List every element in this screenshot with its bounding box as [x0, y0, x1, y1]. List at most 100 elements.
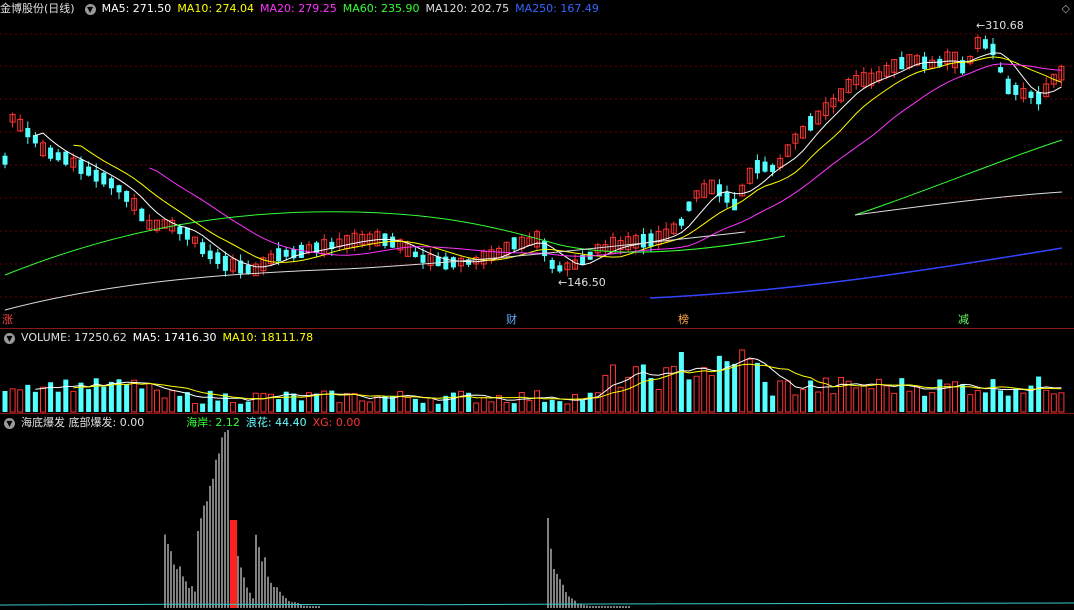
- event-marker-zhang[interactable]: 涨: [0, 313, 15, 326]
- price-panel[interactable]: 金博股份(日线) ▼ MA5: 271.50 MA10: 274.04 MA20: 27…: [0, 0, 1074, 328]
- candle-down: [101, 172, 107, 185]
- volume-bar-down: [686, 379, 692, 412]
- volume-bar-up: [488, 401, 495, 413]
- volume-bar-up: [366, 401, 373, 413]
- candle-down: [139, 208, 145, 222]
- volume-bar-up: [693, 375, 700, 413]
- volume-ma-line: [35, 357, 1062, 401]
- volume-panel[interactable]: ▼ VOLUME: 17250.62 MA5: 17416.30 MA10: 1811…: [0, 329, 1074, 413]
- volume-bar-up: [1058, 392, 1065, 413]
- volume-bar-up: [602, 374, 609, 413]
- volume-bar-up: [1050, 393, 1057, 413]
- volume-value: VOLUME: 17250.62: [21, 331, 127, 344]
- volume-bar-up: [154, 389, 160, 413]
- volume-bar-up: [230, 402, 236, 413]
- volume-bar-down: [716, 355, 722, 412]
- ma-legend-item: MA5: 271.50: [101, 2, 172, 15]
- volume-bar-down: [542, 401, 548, 412]
- volume-bar-down: [587, 392, 593, 412]
- candle-down: [124, 191, 130, 202]
- ma-legend: MA5: 271.50 MA10: 274.04 MA20: 279.25 MA60:…: [102, 2, 605, 15]
- candle-down: [298, 244, 304, 258]
- volume-bar-up: [473, 402, 480, 413]
- volume-bar-up: [40, 386, 46, 413]
- candle-down: [686, 201, 692, 211]
- volume-bar-up: [929, 392, 936, 413]
- event-marker-jian[interactable]: 减: [956, 313, 971, 326]
- volume-bar-down: [93, 378, 99, 412]
- volume-bar-up: [1043, 389, 1050, 413]
- volume-bar-down: [762, 381, 768, 412]
- volume-bar-down: [184, 392, 190, 412]
- stock-title: 金博股份(日线): [0, 2, 75, 15]
- volume-bar-down: [314, 393, 320, 412]
- candle-down: [982, 39, 988, 49]
- candle-down: [116, 185, 122, 193]
- volume-bar-up: [625, 376, 632, 413]
- indicator-chart[interactable]: [0, 414, 1074, 610]
- candle-down: [640, 234, 646, 248]
- volume-bar-down: [732, 363, 738, 412]
- candle-down: [762, 161, 768, 172]
- candlestick-chart[interactable]: [0, 0, 1074, 328]
- candle-down: [1005, 78, 1011, 95]
- volume-header: ▼ VOLUME: 17250.62 MA5: 17416.30 MA10: 1811…: [0, 329, 319, 347]
- candle-down: [108, 178, 114, 189]
- volume-bar-down: [937, 379, 943, 412]
- event-marker-bang[interactable]: 榜: [676, 313, 691, 326]
- volume-ma10: MA10: 18111.78: [222, 331, 314, 344]
- candle-down: [48, 147, 54, 159]
- candle-down: [1036, 91, 1042, 105]
- candle-down: [63, 151, 69, 165]
- ma-line: [149, 63, 1062, 257]
- collapse-icon[interactable]: ▼: [84, 3, 96, 15]
- diamond-icon[interactable]: ◇: [1062, 2, 1070, 15]
- volume-bar-up: [701, 367, 708, 413]
- volume-bar-up: [853, 387, 860, 413]
- volume-bar-down: [108, 381, 114, 412]
- volume-bar-down: [63, 379, 69, 412]
- indicator-signal-bar: [230, 520, 237, 608]
- ma250-line: [649, 247, 1063, 299]
- volume-bar-down: [412, 398, 418, 412]
- volume-bar-up: [336, 402, 343, 413]
- ma-legend-item: MA120: 202.75: [425, 2, 510, 15]
- volume-bar-up: [161, 397, 168, 413]
- candle-down: [283, 249, 289, 257]
- volume-bar-down: [177, 395, 183, 412]
- candle-down: [276, 248, 282, 262]
- volume-bar-up: [534, 390, 540, 413]
- event-marker-cai[interactable]: 财: [504, 313, 519, 326]
- ma-legend-item: MA10: 274.04: [177, 2, 255, 15]
- volume-bar-down: [124, 384, 130, 412]
- indicator-header: ▼ 海底爆发 底部爆发: 0.00 海岸: 2.12 浪花: 44.40 XG: 0.0…: [0, 414, 366, 432]
- volume-bar-down: [245, 401, 251, 412]
- volume-bar-up: [860, 384, 867, 413]
- candle-down: [177, 226, 183, 235]
- candle-down: [93, 169, 99, 182]
- candle-down: [215, 252, 221, 264]
- volume-bar-up: [359, 400, 366, 413]
- volume-bar-up: [572, 393, 578, 413]
- volume-bar-up: [252, 392, 259, 413]
- volume-bar-down: [450, 392, 456, 412]
- volume-bar-up: [610, 364, 616, 413]
- volume-bar-down: [960, 384, 966, 412]
- collapse-icon[interactable]: ▼: [4, 332, 15, 344]
- volume-bar-down: [549, 399, 555, 412]
- volume-bar-up: [9, 388, 16, 413]
- volume-bar-up: [914, 385, 920, 413]
- indicator-panel[interactable]: ▼ 海底爆发 底部爆发: 0.00 海岸: 2.12 浪花: 44.40 XG: 0.0…: [0, 414, 1074, 610]
- candle-down: [1013, 85, 1019, 95]
- volume-bar-up: [663, 367, 670, 413]
- volume-bar-up: [974, 390, 981, 413]
- volume-ma-line: [73, 363, 1062, 400]
- ma-legend-item: MA20: 279.25: [260, 2, 337, 15]
- volume-bar-up: [17, 389, 24, 413]
- collapse-icon[interactable]: ▼: [4, 417, 15, 429]
- volume-bar-up: [351, 393, 358, 413]
- volume-bar-down: [1013, 389, 1019, 412]
- volume-bar-up: [374, 395, 381, 413]
- volume-bar-up: [868, 388, 875, 413]
- volume-bar-down: [435, 403, 441, 412]
